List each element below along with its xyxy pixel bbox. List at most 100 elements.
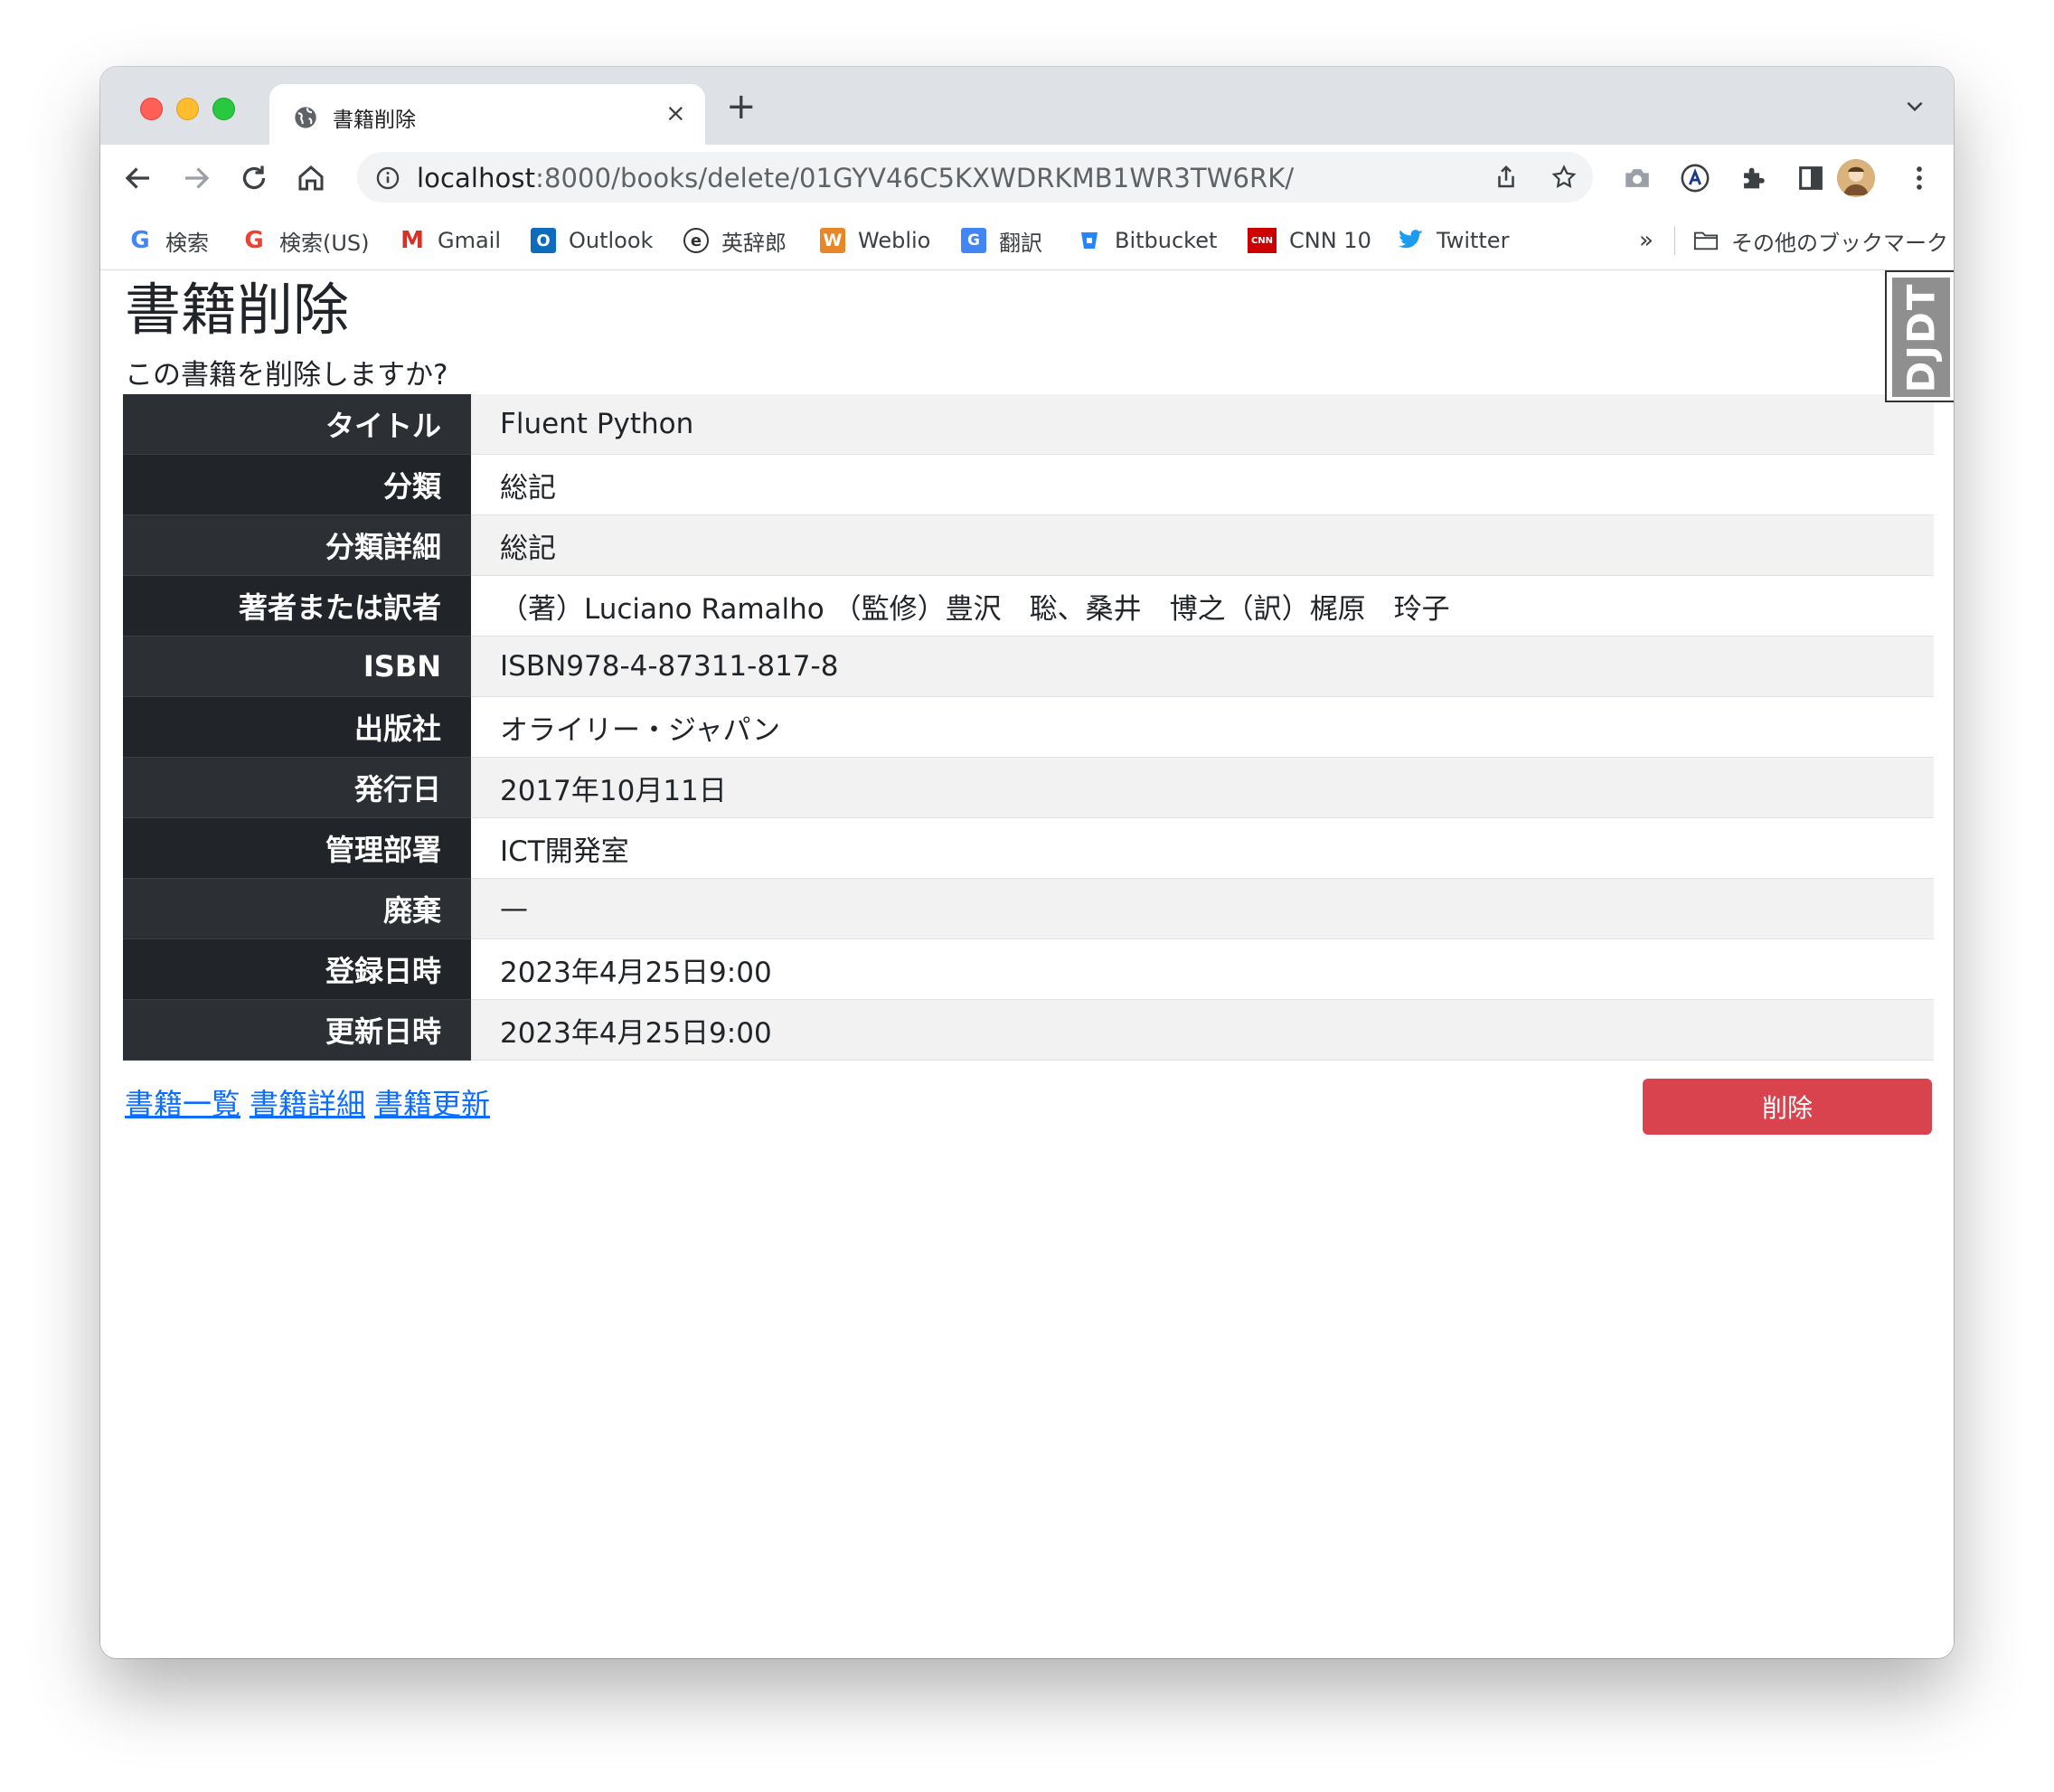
row-value: ICT開発室 bbox=[471, 817, 1934, 879]
profile-picture-icon bbox=[1837, 159, 1875, 197]
bookmark-label: CNN 10 bbox=[1289, 228, 1371, 253]
toolbar: localhost:8000/books/delete/01GYV46C5KXW… bbox=[100, 145, 1954, 212]
bookmark-search[interactable]: G 検索 bbox=[127, 227, 209, 256]
bookmark-label: Twitter bbox=[1437, 228, 1510, 253]
row-label: 著者または訳者 bbox=[123, 575, 471, 637]
row-value: — bbox=[471, 878, 1934, 939]
bookmark-outlook[interactable]: O Outlook bbox=[531, 227, 653, 254]
bookmark-label: 翻訳 bbox=[999, 230, 1042, 256]
table-row: 登録日時 2023年4月25日9:00 bbox=[123, 938, 1934, 1000]
book-detail-table: タイトル Fluent Python 分類 総記 分類詳細 総記 著者または訳者… bbox=[123, 394, 1934, 1061]
bookmark-cnn10[interactable]: CNN CNN 10 bbox=[1248, 227, 1371, 254]
url-text[interactable]: localhost:8000/books/delete/01GYV46C5KXW… bbox=[417, 163, 1294, 193]
row-label: 出版社 bbox=[123, 696, 471, 758]
folder-icon bbox=[1693, 228, 1719, 253]
a-extension-icon[interactable] bbox=[1680, 163, 1710, 193]
home-icon[interactable] bbox=[295, 162, 327, 194]
row-value: 2023年4月25日9:00 bbox=[471, 999, 1934, 1061]
cnn-icon: CNN bbox=[1248, 228, 1277, 253]
translate-icon: G bbox=[961, 228, 986, 253]
confirm-message: この書籍を削除しますか? bbox=[125, 359, 448, 391]
bitbucket-icon bbox=[1077, 228, 1102, 253]
share-icon[interactable] bbox=[1493, 164, 1520, 191]
bookmark-label: その他のブックマーク bbox=[1731, 230, 1948, 256]
google-icon: G bbox=[244, 227, 264, 254]
bookmark-label: Outlook bbox=[569, 228, 654, 253]
globe-icon bbox=[295, 107, 316, 128]
table-row: 著者または訳者 （著）Luciano Ramalho （監修）豊沢 聡、桑井 博… bbox=[123, 575, 1934, 637]
djdt-label: DJDT bbox=[1899, 281, 1944, 393]
bookmark-label: 英辞郎 bbox=[721, 230, 787, 256]
weblio-icon: W bbox=[820, 228, 845, 253]
bookmarks-divider bbox=[1674, 226, 1675, 255]
row-label: ISBN bbox=[123, 636, 471, 697]
row-value: 2017年10月11日 bbox=[471, 757, 1934, 818]
bookmark-twitter[interactable]: Twitter bbox=[1399, 227, 1509, 254]
gmail-icon: M bbox=[400, 227, 424, 254]
row-value: 2023年4月25日9:00 bbox=[471, 938, 1934, 1000]
row-label: タイトル bbox=[123, 394, 471, 455]
bookmark-bitbucket[interactable]: Bitbucket bbox=[1077, 227, 1217, 254]
active-tab[interactable]: 書籍削除 × bbox=[269, 84, 705, 145]
book-list-link[interactable]: 書籍一覧 bbox=[125, 1087, 240, 1121]
camera-icon[interactable] bbox=[1622, 163, 1653, 193]
address-bar[interactable]: localhost:8000/books/delete/01GYV46C5KXW… bbox=[357, 152, 1593, 203]
outlook-icon: O bbox=[531, 228, 556, 253]
back-icon[interactable] bbox=[122, 162, 155, 194]
table-row: 廃棄 — bbox=[123, 878, 1934, 939]
minimize-window-button[interactable] bbox=[176, 98, 199, 120]
page-title: 書籍削除 bbox=[125, 277, 350, 343]
close-tab-icon[interactable]: × bbox=[665, 99, 686, 127]
table-row: 分類詳細 総記 bbox=[123, 514, 1934, 576]
row-value: 総記 bbox=[471, 514, 1934, 576]
bookmarks-bar: G 検索 G 検索(US) M Gmail O Outlook e 英辞郎 W … bbox=[100, 212, 1954, 270]
djdt-badge: DJDT bbox=[1892, 278, 1950, 397]
table-row: 発行日 2017年10月11日 bbox=[123, 757, 1934, 818]
table-row: 出版社 オライリー・ジャパン bbox=[123, 696, 1934, 758]
puzzle-icon[interactable] bbox=[1738, 163, 1768, 193]
table-row: タイトル Fluent Python bbox=[123, 394, 1934, 455]
table-row: 更新日時 2023年4月25日9:00 bbox=[123, 999, 1934, 1061]
row-value: Fluent Python bbox=[471, 394, 1934, 455]
row-label: 更新日時 bbox=[123, 999, 471, 1061]
maximize-window-button[interactable] bbox=[212, 98, 235, 120]
row-label: 分類 bbox=[123, 454, 471, 515]
tab-strip: 書籍削除 × + bbox=[100, 67, 1954, 145]
reload-icon[interactable] bbox=[238, 162, 270, 194]
tab-search-chevron-icon[interactable] bbox=[1903, 94, 1927, 118]
bookmark-gmail[interactable]: M Gmail bbox=[400, 227, 501, 254]
bookmark-translate[interactable]: G 翻訳 bbox=[961, 227, 1042, 256]
close-window-button[interactable] bbox=[140, 98, 163, 120]
book-update-link[interactable]: 書籍更新 bbox=[374, 1087, 490, 1121]
bookmark-label: Weblio bbox=[858, 228, 931, 253]
url-host: localhost bbox=[417, 163, 536, 193]
browser-window: 書籍削除 × + localhost:8000/books/delete/01G… bbox=[100, 67, 1954, 1658]
forward-icon[interactable] bbox=[180, 162, 212, 194]
sidepanel-icon[interactable] bbox=[1795, 163, 1826, 193]
star-icon[interactable] bbox=[1550, 164, 1578, 191]
row-label: 廃棄 bbox=[123, 878, 471, 939]
bookmark-weblio[interactable]: W Weblio bbox=[820, 227, 930, 254]
tab-title: 書籍削除 bbox=[333, 108, 416, 132]
row-value: ISBN978-4-87311-817-8 bbox=[471, 636, 1934, 697]
bookmark-label: 検索(US) bbox=[279, 230, 370, 256]
table-row: ISBN ISBN978-4-87311-817-8 bbox=[123, 636, 1934, 697]
row-value: オライリー・ジャパン bbox=[471, 696, 1934, 758]
row-value: 総記 bbox=[471, 454, 1934, 515]
row-value: （著）Luciano Ramalho （監修）豊沢 聡、桑井 博之（訳）梶原 玲… bbox=[471, 575, 1934, 637]
info-icon[interactable] bbox=[375, 165, 400, 191]
new-tab-button[interactable]: + bbox=[726, 89, 757, 125]
nav-links: 書籍一覧 書籍詳細 書籍更新 bbox=[125, 1081, 499, 1123]
page-content: 書籍削除 この書籍を削除しますか? タイトル Fluent Python 分類 … bbox=[100, 270, 1954, 1658]
bookmark-eijiro[interactable]: e 英辞郎 bbox=[683, 227, 787, 256]
other-bookmarks-folder[interactable]: その他のブックマーク bbox=[1693, 227, 1948, 256]
row-label: 管理部署 bbox=[123, 817, 471, 879]
bookmarks-overflow-button[interactable]: » bbox=[1639, 227, 1654, 254]
row-label: 登録日時 bbox=[123, 938, 471, 1000]
avatar[interactable] bbox=[1837, 159, 1875, 197]
bookmark-search-us[interactable]: G 検索(US) bbox=[241, 227, 370, 256]
menu-icon[interactable] bbox=[1904, 163, 1935, 193]
book-detail-link[interactable]: 書籍詳細 bbox=[250, 1087, 365, 1121]
django-debug-toolbar-handle[interactable]: DJDT bbox=[1885, 270, 1954, 402]
delete-button[interactable]: 削除 bbox=[1643, 1079, 1932, 1135]
